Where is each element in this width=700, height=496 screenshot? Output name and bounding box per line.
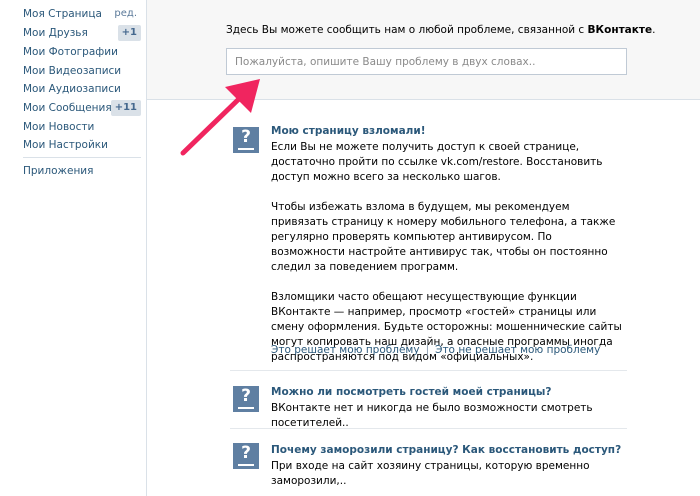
question-icon: ? bbox=[233, 127, 259, 153]
problem-search-input[interactable] bbox=[226, 48, 627, 75]
sidebar-item-label: Мои Новости bbox=[23, 121, 95, 133]
sidebar-item-news[interactable]: Мои Новости bbox=[23, 118, 141, 136]
faq-answer-guests: ВКонтакте нет и никогда не было возможно… bbox=[271, 402, 593, 429]
sidebar-item-my-page[interactable]: Моя Страница ред. bbox=[23, 5, 141, 23]
report-intro-text: Здесь Вы можете сообщить нам о любой про… bbox=[226, 24, 656, 36]
sidebar-item-label: Моя Страница bbox=[23, 8, 102, 20]
sidebar-item-apps[interactable]: Приложения bbox=[23, 162, 141, 180]
faq-paragraph: Если Вы не можете получить доступ к свое… bbox=[271, 141, 603, 183]
sidebar-item-messages[interactable]: Мои Сообщения +11 bbox=[23, 99, 141, 117]
messages-count-badge[interactable]: +11 bbox=[110, 100, 141, 116]
faq-divider bbox=[230, 370, 627, 371]
sidebar-item-audio[interactable]: Мои Аудиозаписи bbox=[23, 80, 141, 98]
sidebar-item-label: Мои Фотографии bbox=[23, 46, 118, 58]
sidebar-item-label: Мои Аудиозаписи bbox=[23, 83, 121, 95]
edit-link[interactable]: ред. bbox=[114, 5, 137, 23]
solves-problem-link[interactable]: Это решает мою проблему bbox=[271, 344, 420, 356]
sidebar-divider bbox=[23, 157, 141, 158]
friends-count-badge[interactable]: +1 bbox=[117, 25, 141, 41]
left-sidebar: Моя Страница ред. Мои Друзья +1 Мои Фото… bbox=[0, 0, 146, 496]
sidebar-item-settings[interactable]: Мои Настройки bbox=[23, 136, 141, 154]
faq-divider bbox=[230, 428, 627, 429]
sidebar-item-label: Мои Друзья bbox=[23, 27, 88, 39]
brand-name: ВКонтакте bbox=[587, 24, 653, 36]
sidebar-item-label: Мои Настройки bbox=[23, 139, 108, 151]
sidebar-item-videos[interactable]: Мои Видеозаписи bbox=[23, 62, 141, 80]
question-icon: ? bbox=[233, 443, 259, 469]
link-divider: | bbox=[425, 344, 430, 356]
sidebar-item-label: Мои Сообщения bbox=[23, 102, 112, 114]
faq-answer-hacked: Если Вы не можете получить доступ к свое… bbox=[271, 140, 626, 365]
faq-title-guests[interactable]: Можно ли посмотреть гостей моей страницы… bbox=[271, 386, 552, 398]
faq-title-frozen[interactable]: Почему заморозили страницу? Как восстано… bbox=[271, 444, 621, 456]
feedback-links: Это решает мою проблему | Это не решает мо… bbox=[271, 344, 600, 356]
faq-answer-frozen: При входе на сайт хозяину страницы, кото… bbox=[271, 460, 590, 487]
sidebar-item-friends[interactable]: Мои Друзья +1 bbox=[23, 24, 141, 42]
question-icon: ? bbox=[233, 386, 259, 412]
sidebar-item-label: Мои Видеозаписи bbox=[23, 65, 122, 77]
faq-title-hacked[interactable]: Мою страницу взломали! bbox=[271, 125, 426, 137]
sidebar-item-label: Приложения bbox=[23, 165, 94, 177]
sidebar-item-photos[interactable]: Мои Фотографии bbox=[23, 43, 141, 61]
faq-paragraph: Чтобы избежать взлома в будущем, мы реко… bbox=[271, 201, 616, 273]
not-solves-problem-link[interactable]: Это не решает мою проблему bbox=[435, 344, 600, 356]
